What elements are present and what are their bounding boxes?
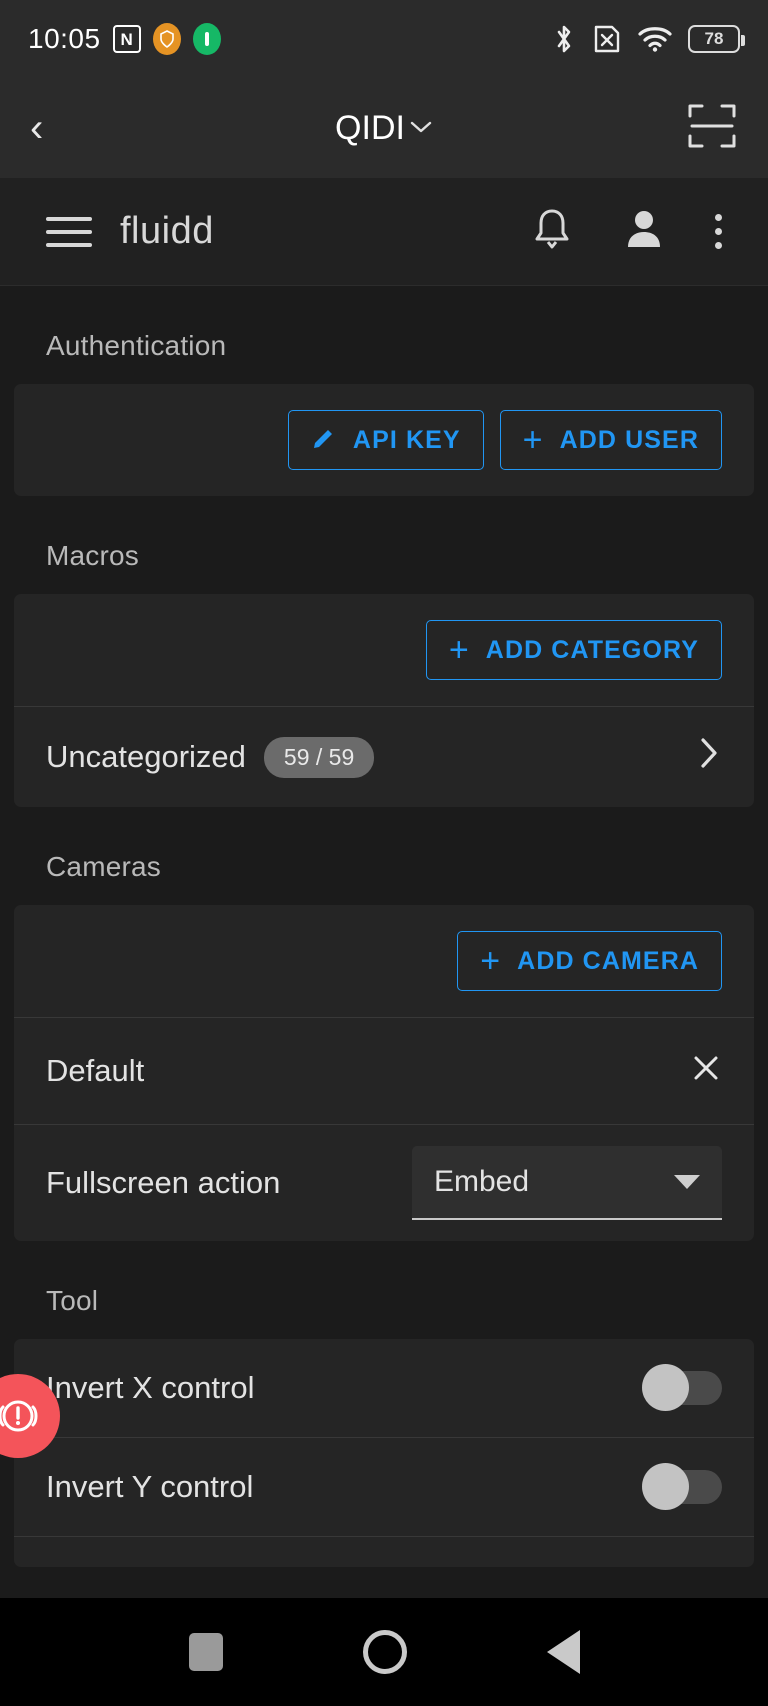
account-person-icon[interactable] bbox=[623, 207, 665, 256]
device-title[interactable]: QIDI bbox=[0, 109, 768, 148]
app-bar-actions bbox=[531, 206, 722, 257]
add-category-button[interactable]: + ADD CATEGORY bbox=[425, 620, 722, 680]
toggle-knob bbox=[642, 1364, 689, 1411]
add-category-label: ADD CATEGORY bbox=[485, 635, 699, 664]
device-title-text: QIDI bbox=[335, 108, 405, 147]
battery-indicator: 78 bbox=[688, 25, 745, 53]
api-key-label: API KEY bbox=[352, 425, 461, 454]
chevron-right-icon[interactable] bbox=[696, 735, 722, 780]
close-x-icon[interactable] bbox=[690, 1052, 722, 1090]
plus-icon: + bbox=[522, 421, 544, 459]
add-user-button[interactable]: + ADD USER bbox=[499, 410, 722, 470]
authentication-actions: API KEY + ADD USER bbox=[14, 384, 754, 496]
back-triangle-icon[interactable] bbox=[546, 1630, 580, 1674]
settings-content: Authentication API KEY + ADD USER Macros bbox=[0, 286, 768, 1567]
battery-level: 78 bbox=[704, 29, 724, 48]
add-camera-button[interactable]: + ADD CAMERA bbox=[457, 931, 722, 991]
macros-actions: + ADD CATEGORY bbox=[14, 594, 754, 706]
fullscreen-action-value: Embed bbox=[434, 1165, 530, 1198]
add-user-label: ADD USER bbox=[559, 425, 699, 454]
orange-shield-icon bbox=[152, 23, 181, 55]
back-button[interactable]: ‹ bbox=[30, 108, 43, 148]
bluetooth-icon bbox=[552, 23, 576, 55]
pencil-edit-icon bbox=[311, 424, 337, 457]
invert-x-row: Invert X control bbox=[14, 1339, 754, 1437]
tool-card: Invert X control Invert Y control bbox=[14, 1339, 754, 1567]
app-bar: fluidd bbox=[0, 178, 768, 286]
fullscreen-action-select[interactable]: Embed bbox=[412, 1146, 722, 1220]
hamburger-menu-icon[interactable] bbox=[46, 216, 92, 247]
invert-y-toggle[interactable] bbox=[642, 1463, 722, 1510]
plus-icon: + bbox=[480, 942, 502, 980]
more-vertical-icon[interactable] bbox=[715, 214, 722, 249]
system-navigation-bar bbox=[0, 1598, 768, 1706]
chevron-down-icon bbox=[674, 1175, 700, 1189]
macros-card: + ADD CATEGORY Uncategorized 59 / 59 bbox=[14, 594, 754, 807]
macro-category-row[interactable]: Uncategorized 59 / 59 bbox=[14, 707, 754, 807]
status-bar: 10:05 N 78 bbox=[0, 0, 768, 78]
cameras-card: + ADD CAMERA Default Fullscreen action E… bbox=[14, 905, 754, 1241]
section-title-cameras: Cameras bbox=[46, 851, 161, 882]
phone-screen: 10:05 N 78 ‹ QIDI fluidd Authentication … bbox=[0, 0, 768, 1706]
add-camera-label: ADD CAMERA bbox=[517, 946, 699, 975]
scan-frame-icon[interactable] bbox=[686, 100, 738, 157]
nfc-icon: N bbox=[112, 25, 141, 53]
home-circle-icon[interactable] bbox=[362, 1630, 407, 1674]
card-bottom-filler bbox=[14, 1537, 754, 1567]
macro-category-label: Uncategorized bbox=[46, 739, 246, 774]
fullscreen-action-label: Fullscreen action bbox=[46, 1165, 281, 1200]
macro-count-badge: 59 / 59 bbox=[263, 736, 375, 778]
app-brand-title: fluidd bbox=[120, 210, 214, 252]
status-bar-left: 10:05 N bbox=[28, 23, 221, 55]
invert-y-row: Invert Y control bbox=[14, 1438, 754, 1536]
invert-x-label: Invert X control bbox=[46, 1370, 255, 1405]
invert-x-toggle[interactable] bbox=[642, 1364, 722, 1411]
authentication-card: API KEY + ADD USER bbox=[14, 384, 754, 496]
toggle-knob bbox=[642, 1463, 689, 1510]
section-title-macros: Macros bbox=[46, 540, 139, 571]
recents-square-icon[interactable] bbox=[188, 1633, 223, 1671]
section-title-authentication: Authentication bbox=[46, 330, 227, 361]
sim-card-off-icon bbox=[592, 24, 622, 54]
notifications-bell-icon[interactable] bbox=[531, 206, 573, 257]
fullscreen-action-row: Fullscreen action Embed bbox=[14, 1125, 754, 1241]
green-capsule-icon bbox=[192, 23, 221, 55]
invert-y-label: Invert Y control bbox=[46, 1469, 254, 1504]
device-title-bar: ‹ QIDI bbox=[0, 78, 768, 178]
camera-item-row: Default bbox=[14, 1018, 754, 1124]
status-bar-right: 78 bbox=[552, 23, 745, 55]
status-time: 10:05 bbox=[28, 23, 101, 54]
camera-name-label: Default bbox=[46, 1053, 145, 1088]
plus-icon: + bbox=[448, 631, 470, 669]
chevron-down-icon bbox=[409, 115, 433, 141]
section-title-tool: Tool bbox=[46, 1285, 99, 1316]
api-key-button[interactable]: API KEY bbox=[287, 410, 484, 470]
wifi-icon bbox=[638, 25, 672, 53]
cameras-actions: + ADD CAMERA bbox=[14, 905, 754, 1017]
